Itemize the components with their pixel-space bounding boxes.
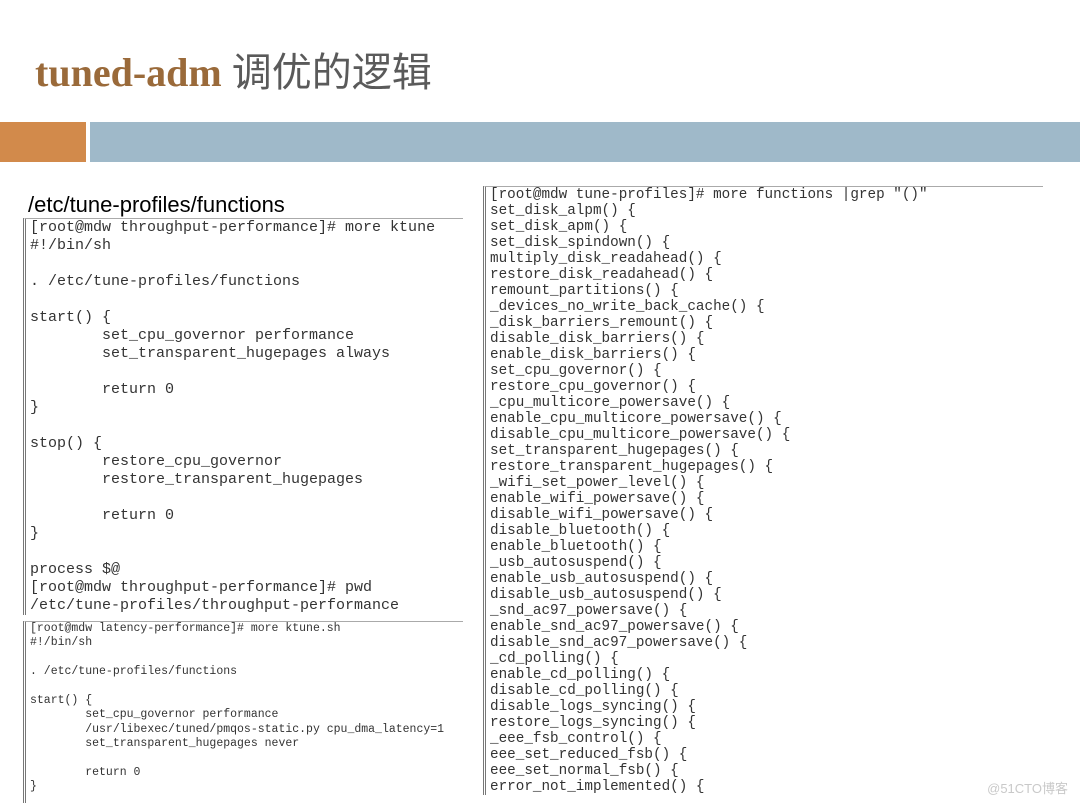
watermark: @51CTO博客 [987, 778, 1068, 797]
code-block-throughput: [root@mdw throughput-performance]# more … [23, 218, 463, 615]
title-cn: 调优的逻辑 [222, 50, 432, 95]
left-column: [root@mdw throughput-performance]# more … [23, 218, 463, 803]
title-en: tuned-adm [35, 50, 222, 95]
code-block-latency: [root@mdw latency-performance]# more ktu… [23, 621, 463, 803]
code-block-functions: [root@mdw tune-profiles]# more functions… [483, 186, 1043, 795]
filepath-label: /etc/tune-profiles/functions [28, 192, 285, 218]
slide-title: tuned-adm 调优的逻辑 [35, 40, 432, 98]
accent-bar-blue [90, 122, 1080, 162]
right-column: [root@mdw tune-profiles]# more functions… [483, 186, 1043, 795]
accent-bar-orange [0, 122, 86, 162]
